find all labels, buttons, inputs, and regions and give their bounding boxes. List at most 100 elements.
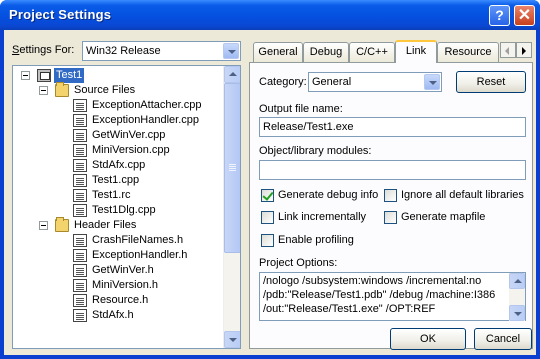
file-icon — [73, 204, 87, 217]
file-icon — [73, 99, 87, 112]
project-options-textarea[interactable]: /nologo /subsystem:windows /incremental:… — [259, 272, 526, 321]
file-icon — [73, 264, 87, 277]
dialog-client-area: Settings For: Win32 Release Test1 Source … — [4, 30, 536, 355]
tab-link[interactable]: Link — [395, 40, 437, 63]
file-icon — [73, 294, 87, 307]
tree-item-label: StdAfx.h — [92, 309, 134, 321]
scroll-up-button[interactable] — [509, 273, 525, 289]
tree-item-file[interactable]: CrashFileNames.h — [13, 233, 223, 248]
collapse-icon[interactable] — [39, 86, 48, 95]
tree-item-label: Source Files — [74, 84, 136, 96]
file-icon — [73, 144, 87, 157]
tree-item-label: MiniVersion.h — [92, 279, 159, 291]
tree-item-file[interactable]: ExceptionHandler.cpp — [13, 113, 223, 128]
tab-scroll-left-icon[interactable] — [500, 42, 516, 58]
chevron-down-icon[interactable] — [223, 43, 239, 59]
scroll-thumb[interactable] — [224, 83, 240, 253]
tree-scrollbar[interactable] — [223, 66, 240, 348]
chevron-down-icon[interactable] — [424, 74, 440, 90]
generate-debug-label: Generate debug info — [278, 189, 379, 201]
tree-item-label: Header Files — [74, 219, 137, 231]
tab-scroll-right-icon[interactable] — [516, 42, 532, 58]
options-line: /nologo /subsystem:windows /incremental:… — [263, 275, 482, 287]
reset-button[interactable]: Reset — [456, 71, 526, 93]
object-modules-input[interactable] — [259, 160, 526, 180]
file-icon — [73, 249, 87, 262]
ignore-libraries-checkbox[interactable] — [384, 189, 397, 202]
enable-profiling-label: Enable profiling — [278, 234, 354, 246]
tree-item-folder[interactable]: Source Files — [13, 82, 223, 98]
settings-for-value: Win32 Release — [86, 45, 161, 57]
collapse-icon[interactable] — [39, 221, 48, 230]
tree-item-file[interactable]: Test1.rc — [13, 188, 223, 203]
folder-icon — [55, 82, 69, 97]
tree-item-label: ExceptionHandler.cpp — [92, 114, 200, 126]
project-tree[interactable]: Test1 Source Files ExceptionAttacher.cpp Ex… — [12, 65, 241, 349]
tree-item-label: Test1.rc — [92, 189, 131, 201]
project-icon — [37, 69, 51, 82]
tree-item-file[interactable]: ExceptionAttacher.cpp — [13, 98, 223, 113]
collapse-icon[interactable] — [21, 71, 30, 80]
tree-item-label: ExceptionAttacher.cpp — [92, 99, 202, 111]
enable-profiling-checkbox[interactable] — [261, 234, 274, 247]
file-icon — [73, 189, 87, 202]
tree-item-label: Test1.cpp — [92, 174, 140, 186]
cancel-button[interactable]: Cancel — [474, 328, 532, 350]
tab-debug[interactable]: Debug — [303, 42, 349, 62]
output-file-input[interactable]: Release/Test1.exe — [259, 117, 526, 137]
category-value: General — [312, 76, 352, 88]
tree-item-file[interactable]: GetWinVer.h — [13, 263, 223, 278]
title-bar[interactable]: Project Settings ? ✕ — [0, 0, 540, 30]
options-line: /pdb:"Release/Test1.pdb" /debug /machine… — [263, 289, 496, 301]
tree-item-project[interactable]: Test1 — [13, 68, 223, 83]
generate-debug-checkbox[interactable] — [261, 189, 274, 202]
generate-mapfile-checkbox[interactable] — [384, 211, 397, 224]
tab-general[interactable]: General — [253, 42, 303, 62]
tree-item-file[interactable]: MiniVersion.h — [13, 278, 223, 293]
scroll-down-button[interactable] — [224, 331, 240, 348]
file-icon — [73, 129, 87, 142]
window-title: Project Settings — [9, 7, 112, 22]
file-icon — [73, 309, 87, 322]
tree-item-label: MiniVersion.cpp — [92, 144, 170, 156]
settings-for-combo[interactable]: Win32 Release — [82, 41, 241, 61]
options-scrollbar[interactable] — [509, 273, 525, 321]
tree-item-file[interactable]: MiniVersion.cpp — [13, 143, 223, 158]
tree-item-label: GetWinVer.h — [92, 264, 154, 276]
tab-resource[interactable]: Resource — [437, 42, 499, 62]
tree-item-folder[interactable]: Header Files — [13, 217, 223, 233]
scroll-down-button[interactable] — [509, 305, 525, 321]
file-icon — [73, 234, 87, 247]
tree-item-file[interactable]: GetWinVer.cpp — [13, 128, 223, 143]
tree-item-label: Resource.h — [92, 294, 149, 306]
tree-item-file[interactable]: Resource.h — [13, 293, 223, 308]
file-icon — [73, 174, 87, 187]
options-line: /out:"Release/Test1.exe" /OPT:REF — [263, 303, 436, 315]
help-button[interactable]: ? — [489, 5, 510, 26]
tree-item-file[interactable]: StdAfx.cpp — [13, 158, 223, 173]
tab-c-cpp[interactable]: C/C++ — [349, 42, 395, 62]
category-label: Category: — [259, 76, 307, 88]
project-settings-window: Project Settings ? ✕ Settings For: Win32… — [0, 0, 540, 359]
ignore-libraries-label: Ignore all default libraries — [401, 189, 524, 201]
tree-item-label: StdAfx.cpp — [92, 159, 146, 171]
scroll-up-button[interactable] — [224, 66, 240, 83]
tree-item-file[interactable]: Test1Dlg.cpp — [13, 203, 223, 218]
tree-item-label: CrashFileNames.h — [92, 234, 184, 246]
folder-icon — [55, 217, 69, 232]
ok-button[interactable]: OK — [390, 328, 466, 350]
tree-item-file[interactable]: Test1.cpp — [13, 173, 223, 188]
tree-item-file[interactable]: StdAfx.h — [13, 308, 223, 323]
file-icon — [73, 159, 87, 172]
generate-mapfile-label: Generate mapfile — [401, 211, 486, 223]
link-incrementally-checkbox[interactable] — [261, 211, 274, 224]
project-options-label: Project Options: — [259, 257, 338, 269]
tree-item-file[interactable]: ExceptionHandler.h — [13, 248, 223, 263]
category-combo[interactable]: General — [308, 72, 442, 92]
file-icon — [73, 114, 87, 127]
output-file-label: Output file name: — [259, 103, 343, 115]
close-button[interactable]: ✕ — [514, 5, 535, 26]
tree-item-label: Test1 — [54, 68, 85, 83]
link-incrementally-label: Link incrementally — [278, 211, 367, 223]
settings-for-label: Settings For: — [12, 44, 75, 56]
